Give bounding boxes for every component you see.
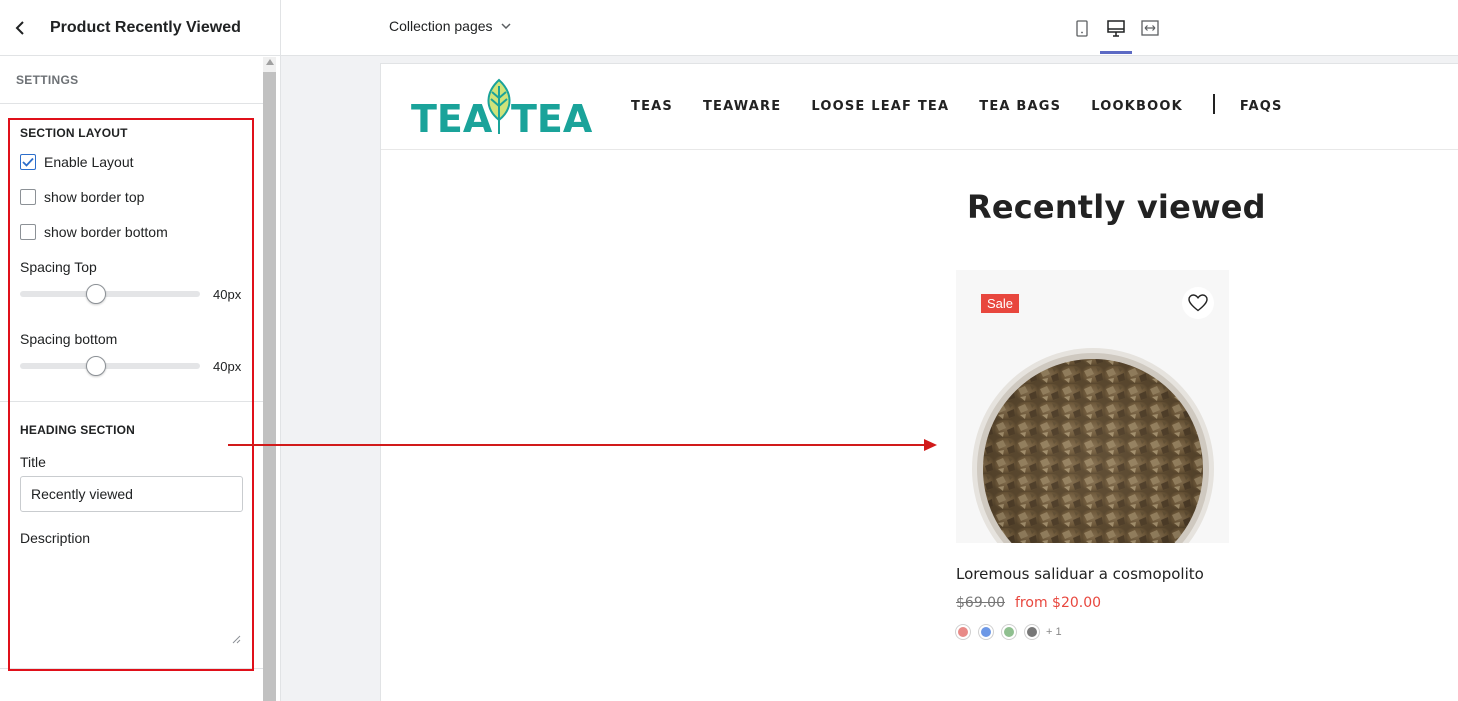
fullwidth-icon bbox=[1141, 20, 1159, 36]
mobile-view-button[interactable] bbox=[1071, 14, 1093, 42]
sale-price: from $20.00 bbox=[1015, 595, 1102, 611]
border-bottom-label: show border bottom bbox=[44, 223, 168, 240]
chevron-left-icon bbox=[15, 20, 24, 35]
tea-bowl-image bbox=[972, 348, 1214, 543]
border-top-checkbox[interactable] bbox=[20, 188, 36, 205]
product-card[interactable]: Sale Loremous saliduar a cosmopolito $69… bbox=[956, 270, 1229, 639]
page-type-select[interactable]: Collection pages bbox=[389, 18, 511, 34]
viewport-switcher bbox=[1071, 14, 1161, 54]
sidebar-body: SETTINGS SECTION LAYOUT Enable Layout sh… bbox=[0, 57, 264, 701]
main-nav: TEAS TEAWARE LOOSE LEAF TEA TEA BAGS LOO… bbox=[631, 94, 1313, 114]
more-swatches-count[interactable]: + 1 bbox=[1046, 626, 1062, 638]
back-button[interactable] bbox=[0, 0, 40, 56]
section-layout-group: SECTION LAYOUT Enable Layout show border… bbox=[0, 104, 264, 381]
spacing-bottom-value: 40px bbox=[213, 358, 242, 374]
sidebar-title: Product Recently Viewed bbox=[50, 18, 241, 36]
svg-text:TEA: TEA bbox=[511, 97, 593, 136]
nav-item-teas[interactable]: TEAS bbox=[631, 99, 673, 114]
spacing-top-slider[interactable] bbox=[20, 284, 200, 304]
product-prices: $69.00 from $20.00 bbox=[956, 595, 1229, 611]
sidebar-header: Product Recently Viewed bbox=[0, 0, 280, 56]
wishlist-button[interactable] bbox=[1182, 287, 1214, 319]
border-top-label: show border top bbox=[44, 188, 145, 205]
page-type-label: Collection pages bbox=[389, 18, 493, 34]
spacing-top-slider-thumb[interactable] bbox=[85, 284, 106, 304]
heading-section-group: HEADING SECTION Title Recently viewed De… bbox=[0, 402, 264, 646]
enable-layout-label: Enable Layout bbox=[44, 153, 134, 170]
spacing-bottom-slider[interactable] bbox=[20, 356, 200, 376]
spacing-top-control: 40px bbox=[20, 279, 244, 309]
border-bottom-row[interactable]: show border bottom bbox=[20, 214, 244, 249]
enable-layout-checkbox[interactable] bbox=[20, 153, 36, 170]
store-preview: TEA TEA TEAS TEAWARE LOOSE LEAF TEA TEA … bbox=[380, 63, 1458, 701]
tea-tea-logo: TEA TEA bbox=[411, 78, 593, 141]
description-field-label: Description bbox=[20, 530, 91, 546]
heading-section-heading: HEADING SECTION bbox=[20, 423, 136, 437]
nav-item-loose-leaf-tea[interactable]: LOOSE LEAF TEA bbox=[811, 99, 949, 114]
mobile-icon bbox=[1076, 19, 1088, 37]
color-swatch-3[interactable] bbox=[1002, 625, 1016, 639]
border-top-row[interactable]: show border top bbox=[20, 179, 244, 214]
description-textarea[interactable] bbox=[20, 546, 243, 646]
nav-separator bbox=[1212, 94, 1215, 114]
product-name[interactable]: Loremous saliduar a cosmopolito bbox=[956, 565, 1229, 583]
settings-sidebar: Product Recently Viewed SETTINGS SECTION… bbox=[0, 0, 281, 701]
color-swatch-1[interactable] bbox=[956, 625, 970, 639]
heart-icon bbox=[1188, 294, 1208, 312]
color-swatch-2[interactable] bbox=[979, 625, 993, 639]
color-swatch-4[interactable] bbox=[1025, 625, 1039, 639]
spacing-top-value: 40px bbox=[213, 286, 242, 302]
spacing-bottom-slider-thumb[interactable] bbox=[85, 356, 106, 376]
border-bottom-checkbox[interactable] bbox=[20, 223, 36, 240]
settings-label: SETTINGS bbox=[0, 57, 264, 104]
scroll-up-arrow-icon[interactable] bbox=[266, 59, 274, 65]
color-swatches: + 1 bbox=[956, 625, 1229, 639]
nav-item-lookbook[interactable]: LOOKBOOK bbox=[1091, 99, 1183, 114]
spacing-bottom-label: Spacing bottom bbox=[20, 331, 118, 347]
desktop-icon bbox=[1107, 19, 1125, 37]
store-header: TEA TEA TEAS TEAWARE LOOSE LEAF TEA TEA … bbox=[381, 64, 1458, 150]
spacing-top-label: Spacing Top bbox=[20, 259, 97, 275]
editor-toolbar: Collection pages bbox=[281, 0, 1458, 56]
nav-item-faqs[interactable]: FAQS bbox=[1240, 99, 1283, 114]
sale-badge: Sale bbox=[981, 294, 1020, 313]
product-image[interactable]: Sale bbox=[956, 270, 1229, 543]
scrollbar-thumb[interactable] bbox=[263, 72, 276, 701]
title-input[interactable]: Recently viewed bbox=[20, 476, 243, 512]
nav-item-tea-bags[interactable]: TEA BAGS bbox=[979, 99, 1061, 114]
svg-text:TEA: TEA bbox=[411, 97, 493, 136]
chevron-down-icon bbox=[500, 23, 511, 29]
section-divider-bottom bbox=[0, 668, 264, 669]
desktop-view-button[interactable] bbox=[1100, 14, 1132, 54]
section-layout-heading: SECTION LAYOUT bbox=[20, 126, 128, 140]
spacing-bottom-control: 40px bbox=[20, 351, 244, 381]
title-field-label: Title bbox=[20, 454, 46, 470]
enable-layout-row[interactable]: Enable Layout bbox=[20, 144, 244, 179]
fullwidth-view-button[interactable] bbox=[1139, 14, 1161, 42]
recently-viewed-title: Recently viewed bbox=[967, 188, 1266, 226]
resize-handle-icon[interactable] bbox=[232, 635, 241, 644]
compare-at-price: $69.00 bbox=[956, 595, 1005, 611]
checkmark-icon bbox=[22, 157, 34, 167]
store-logo[interactable]: TEA TEA bbox=[411, 78, 601, 141]
sidebar-scrollbar[interactable] bbox=[263, 57, 276, 701]
nav-item-teaware[interactable]: TEAWARE bbox=[703, 99, 781, 114]
